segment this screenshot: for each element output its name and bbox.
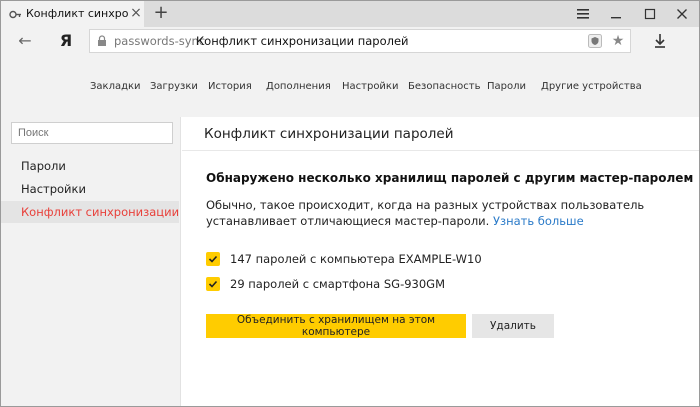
conflict-heading: Обнаружено несколько хранилищ паролей с … (206, 171, 694, 185)
close-window-icon[interactable] (671, 4, 693, 24)
tab-strip: Конфликт синхронизации × + (1, 1, 699, 27)
checkmark-icon (208, 255, 218, 263)
menu-icon[interactable] (572, 4, 594, 24)
maximize-icon[interactable] (639, 4, 661, 24)
page-title: Конфликт синхронизации паролей (204, 126, 454, 142)
tab-title: Конфликт синхронизации (26, 7, 128, 20)
sidebar: Пароли Настройки Конфликт синхронизации (1, 117, 181, 406)
nav-security[interactable]: Безопасность (408, 81, 481, 92)
search-input[interactable] (11, 122, 173, 144)
nav-bookmarks[interactable]: Закладки (90, 81, 141, 92)
nav-settings[interactable]: Настройки (342, 81, 398, 92)
download-icon[interactable] (651, 31, 669, 51)
conflict-description: Обычно, такое происходит, когда на разны… (206, 197, 686, 229)
option-computer[interactable]: 147 паролей с компьютера EXAMPLE-W10 (206, 250, 482, 268)
url-page-title: Конфликт синхронизации паролей (196, 34, 409, 48)
sidebar-item-settings[interactable]: Настройки (1, 178, 179, 200)
address-bar[interactable]: passwords-sync Конфликт синхронизации па… (89, 29, 631, 53)
browser-window: Конфликт синхронизации × + ← Я (0, 0, 700, 407)
url-host: passwords-sync (114, 34, 206, 48)
option-smartphone[interactable]: 29 паролей с смартфона SG-930GM (206, 275, 445, 293)
sidebar-item-passwords[interactable]: Пароли (1, 155, 179, 177)
delete-button[interactable]: Удалить (472, 314, 554, 338)
checkmark-icon (208, 280, 218, 288)
checkbox-computer[interactable] (206, 252, 220, 266)
bookmark-star-icon[interactable]: ★ (611, 31, 625, 51)
tab-close-icon[interactable]: × (129, 4, 143, 22)
sidebar-item-sync-conflict[interactable]: Конфликт синхронизации (1, 201, 179, 223)
nav-downloads[interactable]: Загрузки (150, 81, 198, 92)
toolbar: ← Я passwords-sync Конфликт синхронизаци… (1, 27, 699, 55)
nav-history[interactable]: История (208, 81, 252, 92)
checkbox-smartphone[interactable] (206, 277, 220, 291)
yandex-logo-icon[interactable]: Я (59, 31, 73, 51)
new-tab-button[interactable]: + (151, 3, 171, 23)
tab-active[interactable]: Конфликт синхронизации × (1, 1, 144, 27)
minimize-icon[interactable] (605, 4, 627, 24)
lock-icon (98, 35, 106, 46)
merge-button[interactable]: Объединить с хранилищем на этом компьюте… (206, 314, 466, 338)
nav-other-devices[interactable]: Другие устройства (541, 81, 642, 92)
nav-passwords[interactable]: Пароли (487, 81, 526, 92)
key-icon (9, 10, 21, 19)
main-header: Конфликт синхронизации паролей (182, 117, 699, 151)
settings-nav: Закладки Загрузки История Дополнения Нас… (1, 55, 699, 117)
content-area: Пароли Настройки Конфликт синхронизации … (1, 117, 699, 406)
back-button[interactable]: ← (15, 31, 35, 51)
learn-more-link[interactable]: Узнать больше (493, 214, 584, 228)
option-computer-label: 147 паролей с компьютера EXAMPLE-W10 (230, 252, 482, 266)
protect-shield-icon[interactable] (588, 34, 602, 48)
option-smartphone-label: 29 паролей с смартфона SG-930GM (230, 277, 446, 291)
nav-extensions[interactable]: Дополнения (266, 81, 331, 92)
main-panel: Конфликт синхронизации паролей Обнаружен… (182, 117, 699, 406)
